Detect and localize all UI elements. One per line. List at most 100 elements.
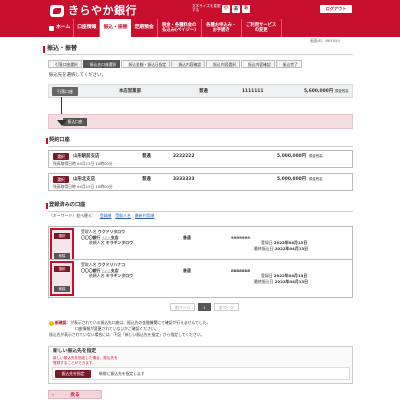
step-6: 振込内容確認 (240, 60, 275, 68)
account-balance-label: 預金残高 (309, 153, 323, 158)
bank-name: きらやか銀行 (68, 3, 137, 17)
account-type: 普通 (183, 234, 191, 240)
account-type: 普通 (183, 267, 191, 273)
last-transfer-label: 最終振込日 (254, 278, 274, 284)
nav-service-change[interactable]: ご利用サービスの変更 (242, 19, 282, 37)
logout-button[interactable]: ログアウト (320, 5, 352, 13)
requester-name: キラギンタロウ (105, 240, 134, 245)
last-transfer-label: 最終振込日 (254, 245, 274, 251)
registered-date: 2022年04月13日 (273, 273, 308, 278)
new-payee-note-2: 登録することができます。 (53, 360, 96, 365)
note-line-3: 振込先が表示されていない場合には、下記「新しい振込先を指定」から指定してください… (49, 331, 205, 337)
payee-name: ウクドリハナコ (97, 262, 126, 267)
font-size-label: 文字サイズを変更する (192, 4, 221, 13)
bank-branch: 〇〇〇銀行 △△△支店 (81, 267, 119, 273)
account-type: 普通 (142, 154, 151, 159)
my-accounts-heading: 契約口座 (46, 137, 70, 144)
my-accounts-divider (48, 146, 353, 147)
account-number: 2222222 (173, 154, 195, 159)
step-1: 引落口座選択 (48, 60, 82, 68)
from-account-type: 普通 (199, 89, 208, 94)
select-registered-button[interactable]: 選択 (54, 233, 70, 239)
font-size-large-button[interactable]: あ (242, 5, 250, 13)
sort-row: （キーワード）並べ替え： 登録順 受取人名 最新利用順 (49, 213, 154, 218)
nav-time-deposit[interactable]: 定期預金 (131, 19, 158, 37)
to-account-row: 振込口座 (48, 114, 353, 129)
balance-date: 残高取得日時 04月13日 10時00分 (53, 160, 113, 166)
registered-account-card: 選択 削除 受取人名 ウクドリハナコ 〇〇〇銀行 △△△支店 普通 888888… (48, 259, 353, 298)
new-payee-heading: 新しい振込先を指定 (53, 349, 97, 354)
select-registered-button[interactable]: 選択 (54, 266, 70, 272)
title-divider (47, 54, 353, 55)
from-account-number: 1111111 (242, 89, 264, 94)
account-number: 3333333 (173, 177, 195, 182)
pagination: 前ページ 1 次ページ (170, 303, 239, 311)
last-transfer-date: 2022年04月13日 (274, 278, 309, 284)
from-account-balance: 5,600,000円 (304, 89, 334, 94)
prev-page-button[interactable]: 前ページ (170, 303, 196, 311)
sort-by-recent[interactable]: 最新利用順 (135, 213, 154, 218)
account-branch: 山形駅前支店 (73, 154, 100, 159)
font-size-medium-button[interactable]: あ (232, 5, 240, 13)
note-text-1: が表示されている振込先口座は、振込先の金融機関にて確認が行えませんでした。 (70, 320, 211, 325)
caution-icon: ? (49, 321, 54, 326)
header-bar: きらやか銀行 文字サイズを変更する 小 あ あ ログアウト ホーム 口座情報 振… (0, 0, 400, 37)
specify-payee-button[interactable]: 振込先を指定 (55, 370, 91, 378)
note-key: 新確認： (55, 320, 71, 325)
delete-registered-button[interactable]: 削除 (54, 286, 70, 292)
instruction-text: 振込先を選択してください。 (49, 73, 106, 78)
nav-home-label: ホーム (56, 25, 71, 31)
payee-label: 受取人名 (81, 262, 97, 267)
step-3: 振込金額・振込日指定 (121, 60, 171, 68)
payee-name: ウクドリタロウ (97, 229, 126, 234)
account-type: 普通 (142, 177, 151, 182)
my-account-card: 選択 山形北支店 普通 3333333 5,000,000円 預金残高 残高取得… (48, 173, 353, 191)
nav-payeasy[interactable]: 税金・各種料金の払込み(ペイジー) (158, 19, 202, 37)
account-balance-label: 預金残高 (309, 176, 323, 181)
current-page[interactable]: 1 (198, 303, 211, 311)
next-page-button[interactable]: 次ページ (213, 303, 239, 311)
registered-date: 2022年04月13日 (273, 240, 308, 245)
sort-by-registration[interactable]: 登録順 (100, 213, 112, 218)
balance-date: 残高取得日時 04月13日 10時00分 (53, 183, 113, 189)
nav-applications[interactable]: 各種お申込み・お手続き (202, 19, 242, 37)
step-indicator: 引落口座選択 振込先口座選択 振込金額・振込日指定 振込内容確認 振込内容選択 … (48, 60, 303, 68)
home-icon (49, 25, 54, 31)
from-account-row: 引落口座 本店営業部 普通 1111111 5,600,000円 預金残高 (48, 84, 353, 98)
registered-heading: 登録済みの口座 (45, 202, 86, 209)
nav-accounts[interactable]: 口座情報 (74, 19, 101, 37)
flow-arrow-icon (57, 120, 67, 126)
nav-payeasy-label: 税金・各種料金の払込み(ペイジー) (161, 22, 197, 33)
step-7: 振込完了 (275, 60, 302, 68)
from-account-badge: 引落口座 (52, 87, 78, 96)
step-2: 振込先口座選択 (82, 60, 121, 68)
new-payee-note: 新しい振込先を指定した場合、振込先を 登録することができます。 (53, 356, 203, 365)
notes-block: ? 新確認：が表示されている振込先口座は、振込先の金融機関にて確認が行えませんでし… (49, 320, 349, 337)
nav-transfer[interactable]: 振込・振替 (100, 19, 132, 37)
registered-date-label: 登録日 (261, 273, 273, 278)
sort-by-payee[interactable]: 受取人名 (115, 213, 131, 218)
registered-date-label: 登録日 (261, 240, 273, 245)
nav-transfer-label: 振込・振替 (103, 25, 128, 31)
nav-applications-label: 各種お申込み・お手続き (206, 22, 237, 33)
account-number: 8888888 (231, 267, 250, 273)
select-account-button[interactable]: 選択 (53, 176, 69, 183)
screen-id: 画面ID：BKF050 (310, 38, 340, 43)
requester-label: 依頼人名 (89, 240, 105, 245)
account-number: 9999999 (231, 234, 250, 240)
my-account-card: 選択 山形駅前支店 普通 2222222 5,000,000円 預金残高 残高取… (48, 150, 353, 168)
nav-service-change-label: ご利用サービスの変更 (246, 22, 277, 33)
registered-divider (48, 211, 353, 212)
back-button[interactable]: 戻る (48, 390, 102, 400)
nav-home[interactable]: ホーム (46, 19, 75, 37)
page-title: 振込・振替 (42, 45, 78, 53)
requester-name: キラギンタロウ (105, 273, 134, 278)
last-transfer-date: 2022年04月13日 (274, 245, 309, 251)
bank-logo[interactable]: きらやか銀行 (50, 4, 137, 18)
registered-actions: 選択 削除 (50, 228, 74, 263)
font-size-small-button[interactable]: 小 (222, 5, 230, 13)
select-account-button[interactable]: 選択 (53, 153, 69, 160)
global-nav: ホーム 口座情報 振込・振替 定期預金 税金・各種料金の払込み(ペイジー) 各種… (46, 19, 282, 37)
new-payee-row: 振込先を指定 新規に振込先を指定します (52, 367, 350, 380)
registered-actions: 選択 削除 (50, 261, 74, 296)
